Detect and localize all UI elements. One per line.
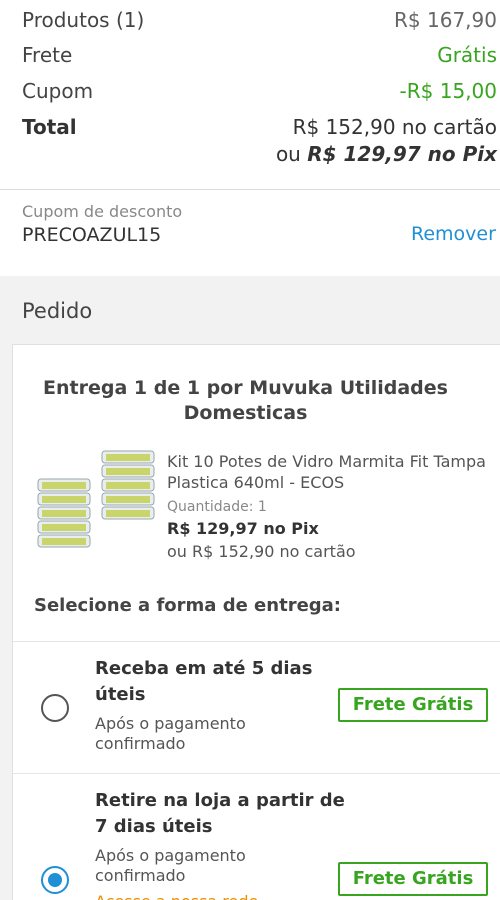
delivery-option-subtitle: Após o pagamento confirmado <box>95 714 246 753</box>
quantity-label: Quantidade: <box>167 499 254 515</box>
free-shipping-badge: Frete Grátis <box>338 688 488 722</box>
coupon-discount-value: -R$ 15,00 <box>399 79 497 103</box>
product-image[interactable] <box>36 449 156 553</box>
pickup-radio[interactable] <box>41 866 69 894</box>
delivery-radio[interactable] <box>41 694 69 722</box>
total-pix-value: R$ 129,97 no Pix <box>307 142 497 166</box>
remove-coupon-button[interactable]: Remover <box>411 223 496 245</box>
total-pix-prefix: ou <box>275 142 308 166</box>
quantity-value: 1 <box>257 499 267 515</box>
order-summary: Produtos (1) R$ 167,90 Frete Grátis Cupo… <box>0 0 500 190</box>
shipping-option-pickup[interactable]: Retire na loja a partir de 7 dias úteis … <box>13 773 500 900</box>
product-quantity: Quantidade: 1 <box>167 499 267 515</box>
delivery-option-title: Receba em até 5 dias úteis <box>95 658 313 705</box>
order-section-title: Pedido <box>22 299 93 323</box>
coupon-code: PRECOAZUL15 <box>22 224 162 246</box>
shipping-label: Frete <box>22 43 73 67</box>
container-stack-left <box>37 478 91 548</box>
total-pix-line: ou R$ 129,97 no Pix <box>276 142 497 166</box>
products-label: Produtos (1) <box>22 8 145 32</box>
store-network-link[interactable]: Acesse a nossa rede <box>95 892 258 900</box>
pickup-option-subtitle: Após o pagamento confirmado <box>95 846 246 885</box>
container-stack-right <box>101 450 155 520</box>
coupon-section: Cupom de desconto PRECOAZUL15 Remover <box>0 190 500 276</box>
product-price-card: ou R$ 152,90 no cartão <box>167 542 356 561</box>
seller-line: Entrega 1 de 1 por Muvuka Utilidades Dom… <box>43 377 448 424</box>
shipping-method-title: Selecione a forma de entrega: <box>34 595 342 616</box>
shipping-option-delivery[interactable]: Receba em até 5 dias úteis Após o pagame… <box>13 641 500 773</box>
products-value: R$ 167,90 <box>394 8 497 32</box>
total-label: Total <box>22 115 77 139</box>
product-name[interactable]: Kit 10 Potes de Vidro Marmita Fit Tampa … <box>167 451 487 493</box>
pickup-option-title: Retire na loja a partir de 7 dias úteis <box>95 790 345 837</box>
free-pickup-badge: Frete Grátis <box>338 862 488 896</box>
coupon-caption: Cupom de desconto <box>22 202 183 221</box>
shipping-value: Grátis <box>437 43 497 67</box>
order-card: Entrega 1 de 1 por Muvuka Utilidades Dom… <box>12 344 500 900</box>
total-card-value: R$ 152,90 no cartão <box>292 115 497 139</box>
product-price-pix: R$ 129,97 no Pix <box>167 519 319 538</box>
coupon-label: Cupom <box>22 79 94 103</box>
